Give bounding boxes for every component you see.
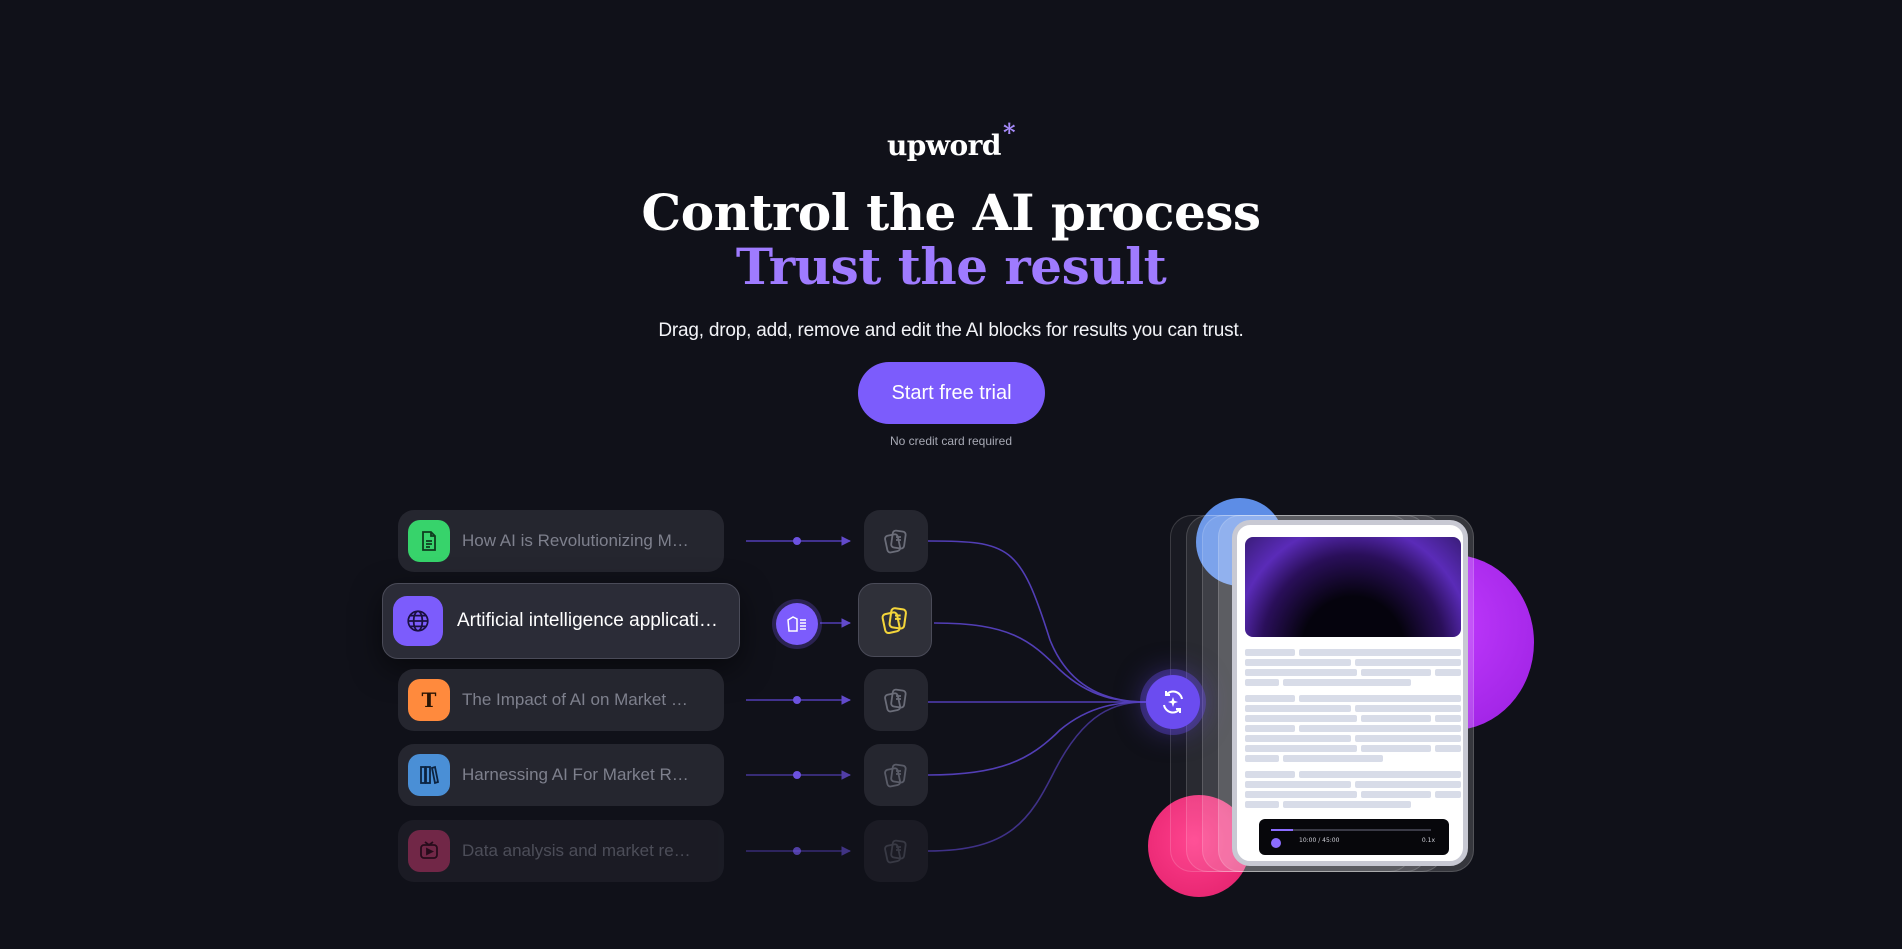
ai-process-hub-icon[interactable] xyxy=(1146,675,1200,729)
document-icon xyxy=(408,520,450,562)
source-title: How AI is Revolutionizing Market Researc… xyxy=(462,531,692,550)
globe-icon xyxy=(393,596,443,646)
hero-subtitle: Drag, drop, add, remove and edit the AI … xyxy=(658,320,1244,341)
start-free-trial-button[interactable]: Start free trial xyxy=(858,362,1045,424)
player-time: 10:00 / 45:00 xyxy=(1299,837,1340,844)
brand-name: upword xyxy=(886,129,1002,162)
summary-cards-icon[interactable] xyxy=(864,820,928,882)
video-icon xyxy=(408,830,450,872)
books-icon xyxy=(408,754,450,796)
brand-logo[interactable]: upword* xyxy=(0,118,1902,162)
source-card[interactable]: Harnessing AI For Market Research xyxy=(398,744,724,806)
summary-cards-icon[interactable] xyxy=(864,669,928,731)
summary-cards-icon[interactable] xyxy=(864,510,928,572)
svg-text:T: T xyxy=(422,688,437,712)
player-progress-fill xyxy=(1271,829,1293,831)
brand-asterisk: * xyxy=(1002,118,1016,147)
source-title: Harnessing AI For Market Research xyxy=(462,765,692,784)
player-progress-track[interactable] xyxy=(1271,829,1431,831)
source-card[interactable]: How AI is Revolutionizing Market Researc… xyxy=(398,510,724,572)
source-title: Data analysis and market research xyxy=(462,841,692,860)
summary-cards-icon[interactable] xyxy=(858,583,932,657)
source-title: The Impact of AI on Market Research xyxy=(462,690,692,709)
hero-headline: Control the AI process xyxy=(641,183,1261,242)
result-preview-device: 10:00 / 45:00 0.1x xyxy=(1232,520,1468,866)
summary-cards-icon[interactable] xyxy=(864,744,928,806)
source-card-active[interactable]: Artificial intelligence applications in … xyxy=(382,583,740,659)
source-card[interactable]: Data analysis and market research xyxy=(398,820,724,882)
preview-hero-image xyxy=(1245,537,1461,637)
player-speed[interactable]: 0.1x xyxy=(1422,837,1435,844)
audio-player[interactable]: 10:00 / 45:00 0.1x xyxy=(1259,819,1449,855)
summarize-badge-icon[interactable] xyxy=(776,603,818,645)
source-card[interactable]: T The Impact of AI on Market Research xyxy=(398,669,724,731)
source-title: Artificial intelligence applications in … xyxy=(457,610,727,631)
hero-headline-accent: Trust the result xyxy=(735,237,1167,296)
no-credit-card-note: No credit card required xyxy=(889,434,1013,448)
play-icon[interactable] xyxy=(1271,838,1281,848)
text-t-icon: T xyxy=(408,679,450,721)
